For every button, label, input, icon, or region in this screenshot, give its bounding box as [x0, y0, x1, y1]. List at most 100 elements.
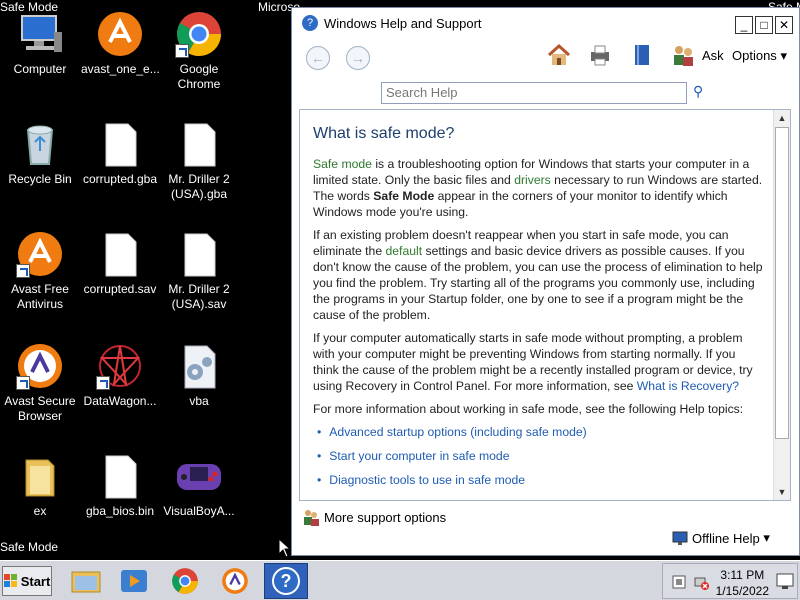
forward-arrow-icon: →: [351, 50, 365, 66]
desktop-icon-label: Google Chrome: [177, 62, 221, 91]
desktop-icon-label: Avast Secure Browser: [4, 394, 76, 423]
desktop-icon-avast-free-antivirus[interactable]: Avast Free Antivirus: [1, 230, 79, 312]
computer-icon: [16, 10, 64, 58]
config-file-icon: [175, 342, 223, 390]
maximize-button[interactable]: □: [755, 16, 773, 34]
taskbar-avast-browser[interactable]: [213, 563, 257, 599]
forward-button[interactable]: →: [346, 46, 370, 70]
home-button[interactable]: [546, 42, 572, 68]
chrome-icon: [172, 568, 198, 594]
glossary-link-default[interactable]: default: [386, 244, 423, 258]
desktop-icon-visualboyadvance[interactable]: VisualBoyA...: [160, 452, 238, 519]
gameboy-icon: [175, 452, 223, 500]
options-menu[interactable]: Options ▾: [732, 48, 787, 64]
action-center-icon[interactable]: [671, 574, 687, 590]
file-icon: [96, 452, 144, 500]
scroll-up-arrow-icon[interactable]: ▲: [774, 110, 790, 126]
desktop-icon-avast-one[interactable]: avast_one_e...: [81, 10, 160, 77]
taskbar-explorer[interactable]: [64, 563, 108, 599]
desktop-icon-label: DataWagon...: [83, 394, 157, 408]
desktop-icon-datawagon[interactable]: DataWagon...: [81, 342, 159, 409]
help-icon: ?: [302, 15, 318, 31]
desktop-icon-label: Recycle Bin: [8, 172, 72, 186]
glossary-link-safe-mode[interactable]: Safe mode: [313, 157, 372, 171]
shortcut-arrow-icon: [96, 376, 110, 390]
help-and-support-window: ? Windows Help and Support _ □ ✕ ← → Ask…: [291, 7, 800, 556]
file-icon: [96, 230, 144, 278]
close-button[interactable]: ✕: [775, 16, 793, 34]
desktop-icon-gba-bios[interactable]: gba_bios.bin: [81, 452, 159, 519]
help-article: What is safe mode? Safe mode is a troubl…: [313, 126, 763, 496]
scroll-down-arrow-icon[interactable]: ▼: [774, 484, 790, 500]
shortcut-arrow-icon: [16, 376, 30, 390]
avast-icon: [96, 10, 144, 58]
clock-date: 1/15/2022: [715, 584, 769, 598]
desktop-icon-avast-secure-browser[interactable]: Avast Secure Browser: [1, 342, 79, 424]
system-clock[interactable]: 3:11 PM 1/15/2022: [716, 567, 769, 599]
people-icon: [674, 46, 693, 66]
offline-help-menu[interactable]: Offline Help ▾: [672, 530, 770, 546]
article-paragraph-1: Safe mode is a troubleshooting option fo…: [313, 156, 763, 220]
avast-icon: [16, 230, 64, 278]
taskbar-media-player[interactable]: [112, 563, 156, 599]
ask-button[interactable]: [670, 42, 696, 68]
system-tray: 3:11 PM 1/15/2022: [662, 563, 798, 599]
show-desktop-icon[interactable]: [775, 568, 795, 594]
more-support-options[interactable]: More support options: [302, 508, 446, 526]
desktop-icon-ex-folder[interactable]: ex: [1, 452, 79, 519]
scrollbar-thumb[interactable]: [775, 127, 789, 439]
search-help-input[interactable]: Search Help: [381, 82, 687, 104]
back-button[interactable]: ←: [306, 46, 330, 70]
mouse-cursor-icon: [278, 538, 292, 558]
shortcut-arrow-icon: [16, 264, 30, 278]
offline-help-label: Offline Help: [692, 530, 760, 546]
article-paragraph-3: If your computer automatically starts in…: [313, 330, 763, 394]
search-icon[interactable]: ⚲: [693, 83, 703, 100]
datawagon-icon: [96, 342, 144, 390]
taskbar-help-and-support[interactable]: ?: [264, 563, 308, 599]
home-icon: [547, 43, 571, 65]
file-icon: [175, 230, 223, 278]
window-title: Windows Help and Support: [324, 15, 482, 31]
minimize-button[interactable]: _: [735, 16, 753, 34]
book-icon: [635, 45, 649, 65]
ask-label[interactable]: Ask: [702, 48, 724, 63]
glossary-link-drivers[interactable]: drivers: [514, 173, 551, 187]
desktop-icon-corrupted-sav[interactable]: corrupted.sav: [81, 230, 159, 297]
desktop-icon-vba[interactable]: vba: [160, 342, 238, 409]
folder-icon: [71, 571, 101, 593]
desktop-icon-google-chrome[interactable]: Google Chrome: [160, 10, 238, 92]
taskbar-chrome[interactable]: [163, 563, 207, 599]
start-button[interactable]: Start: [2, 566, 52, 596]
desktop-icon-label: Avast Free Antivirus: [11, 282, 69, 311]
desktop-icon-label: Mr. Driller 2 (USA).sav: [168, 282, 230, 311]
desktop-icon-mr-driller-sav[interactable]: Mr. Driller 2 (USA).sav: [160, 230, 238, 312]
desktop-icon-mr-driller-gba[interactable]: Mr. Driller 2 (USA).gba: [160, 120, 238, 202]
file-icon: [175, 120, 223, 168]
help-toolbar: ← → Ask Options ▾: [292, 38, 799, 78]
taskbar: Start ? 3:11 PM 1/15/2022: [0, 560, 800, 600]
link-diagnostic-tools[interactable]: Diagnostic tools to use in safe mode: [317, 472, 763, 488]
desktop-icon-recycle-bin[interactable]: Recycle Bin: [1, 120, 79, 187]
avast-browser-icon: [16, 342, 64, 390]
browse-help-button[interactable]: [629, 42, 655, 68]
desktop-icon-label: corrupted.gba: [82, 172, 158, 186]
link-advanced-startup-options[interactable]: Advanced startup options (including safe…: [317, 424, 763, 440]
vertical-scrollbar[interactable]: ▲ ▼: [773, 110, 790, 500]
window-titlebar[interactable]: ? Windows Help and Support: [292, 8, 799, 38]
bold-text: Safe Mode: [373, 189, 435, 203]
article-paragraph-4: For more information about working in sa…: [313, 402, 744, 416]
options-label: Options: [732, 48, 777, 63]
link-what-is-recovery[interactable]: What is Recovery?: [637, 379, 739, 393]
desktop-icon-label: VisualBoyA...: [163, 504, 235, 518]
desktop-icon-label: Mr. Driller 2 (USA).gba: [168, 172, 230, 201]
desktop-icon-corrupted-gba[interactable]: corrupted.gba: [81, 120, 159, 187]
network-error-icon[interactable]: [693, 574, 709, 590]
print-button[interactable]: [587, 42, 613, 68]
desktop-icon-label: gba_bios.bin: [85, 504, 155, 518]
chevron-down-icon: ▾: [780, 48, 787, 63]
avast-browser-icon: [222, 568, 248, 594]
desktop-icon-computer[interactable]: Computer: [1, 10, 79, 77]
desktop-icon-label: corrupted.sav: [83, 282, 157, 296]
link-start-in-safe-mode[interactable]: Start your computer in safe mode: [317, 448, 763, 464]
